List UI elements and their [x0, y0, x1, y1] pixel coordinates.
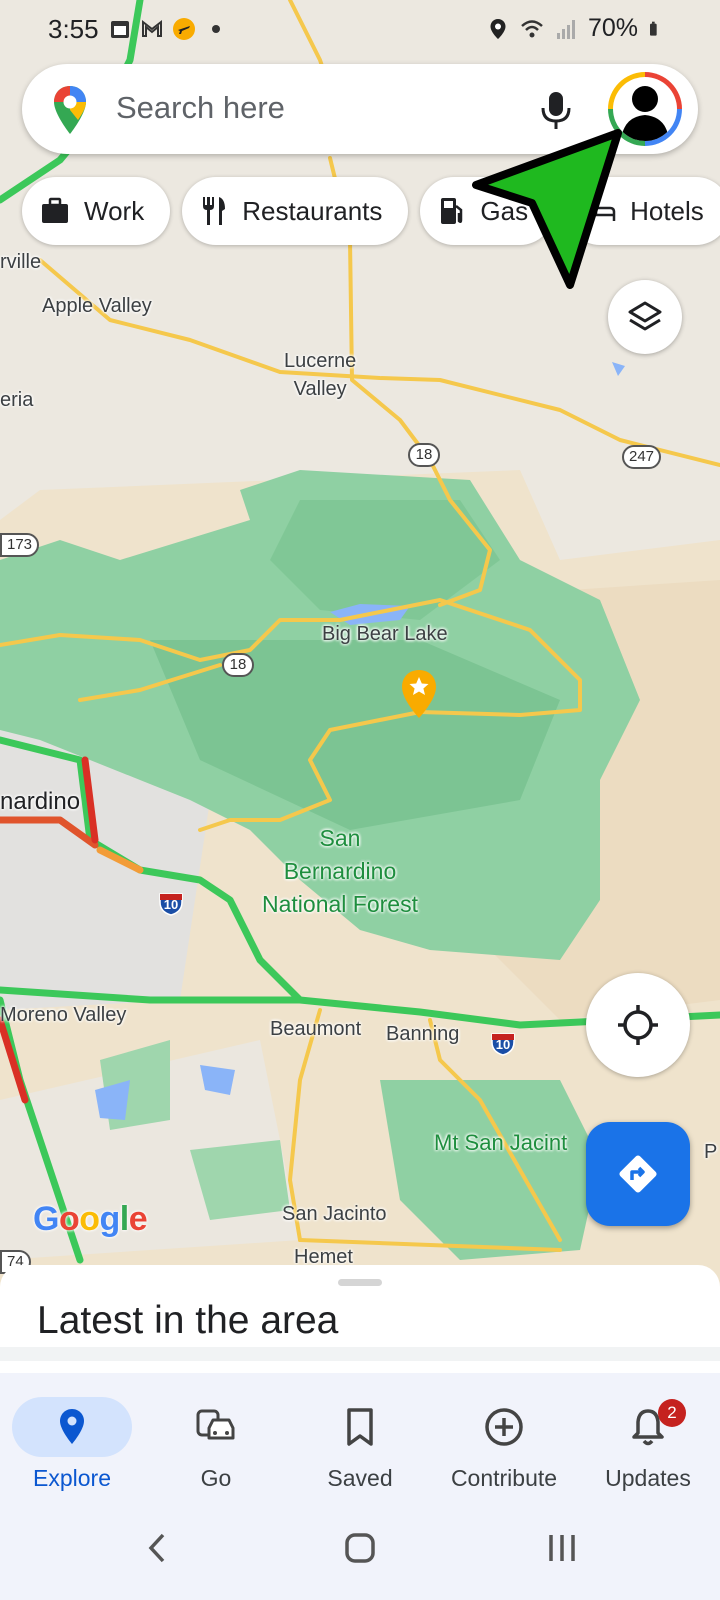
bookmark-icon: [347, 1408, 373, 1446]
system-home-button[interactable]: [330, 1523, 390, 1573]
google-logo-letter: o: [58, 1200, 80, 1238]
starred-place-pin-icon[interactable]: [400, 668, 438, 720]
back-chevron-icon: [148, 1533, 165, 1563]
nav-go[interactable]: Go: [144, 1373, 288, 1493]
home-square-icon: [345, 1533, 375, 1563]
system-back-button[interactable]: [128, 1523, 188, 1573]
nav-explore[interactable]: Explore: [0, 1373, 144, 1493]
fork-knife-icon: [203, 197, 226, 225]
interstate-10-shield: 10: [490, 1030, 516, 1056]
nav-updates[interactable]: 2 Updates: [576, 1373, 720, 1493]
nav-contribute[interactable]: Contribute: [432, 1373, 576, 1493]
chip-work[interactable]: Work: [22, 177, 171, 245]
sheet-divider: [0, 1347, 720, 1361]
directions-button[interactable]: [586, 1122, 690, 1226]
google-logo-letter: G: [33, 1200, 59, 1238]
route-18-shield: 18: [408, 443, 440, 467]
google-logo: Google: [33, 1200, 148, 1239]
add-circle-icon: [485, 1408, 523, 1446]
map-label-san-jacinto: San Jacinto: [282, 1203, 387, 1225]
layers-icon: [628, 301, 662, 331]
location-pin-icon: [60, 1409, 84, 1444]
map-label-san-bernardino: nardino: [0, 788, 81, 815]
status-bar: 3:55 70%: [0, 0, 720, 60]
nav-label: Explore: [33, 1465, 111, 1491]
briefcase-icon: [42, 197, 68, 223]
map-label-big-bear-lake: Big Bear Lake: [322, 623, 448, 645]
nav-saved[interactable]: Saved: [288, 1373, 432, 1493]
battery-icon: [650, 21, 657, 36]
map-label-lucerne-valley: Lucerne Valley: [284, 350, 357, 400]
calendar-icon: [111, 21, 129, 38]
map-label-palm: P: [704, 1141, 718, 1163]
recents-icon: [549, 1535, 575, 1561]
my-location-button[interactable]: [586, 973, 690, 1077]
bottom-navigation: Explore Go Saved Contribute 2 Updates: [0, 1373, 720, 1493]
map-label-banning: Banning: [386, 1023, 460, 1045]
google-logo-letter: e: [128, 1200, 148, 1238]
google-logo-letter: o: [79, 1200, 100, 1238]
google-logo-letter: l: [119, 1200, 129, 1238]
google-maps-logo-icon: [54, 86, 86, 134]
battery-percentage: 70%: [587, 14, 638, 42]
map-label-national-forest: San Bernardino National Forest: [262, 825, 418, 917]
chip-label: Restaurants: [242, 195, 383, 226]
nav-label: Updates: [605, 1465, 691, 1491]
bottom-sheet[interactable]: Latest in the area: [0, 1265, 720, 1373]
system-navigation-bar: [0, 1493, 720, 1600]
chip-label: Work: [84, 195, 145, 226]
map-label-moreno-valley: Moreno Valley: [0, 1004, 127, 1026]
system-recents-button[interactable]: [532, 1523, 592, 1573]
nav-label: Go: [200, 1465, 232, 1491]
directions-icon: [619, 1155, 657, 1193]
nav-label: Saved: [327, 1465, 393, 1491]
notification-badge: 2: [658, 1399, 686, 1427]
map-label-mt-san-jacinto: Mt San Jacint: [434, 1130, 568, 1155]
status-right-icons: 70%: [486, 14, 664, 43]
sheet-drag-handle[interactable]: [338, 1279, 382, 1286]
map-label-beaumont: Beaumont: [270, 1018, 362, 1040]
map-label-apple-valley: Apple Valley: [42, 295, 152, 317]
gmail-icon: [142, 19, 162, 37]
map-label-hesperia: eria: [0, 389, 34, 411]
sheet-title: Latest in the area: [37, 1299, 339, 1342]
commute-icon: [196, 1409, 235, 1440]
crosshair-icon: [618, 1005, 658, 1045]
signal-icon: [556, 19, 575, 39]
chip-restaurants[interactable]: Restaurants: [182, 177, 409, 245]
nav-label: Contribute: [450, 1465, 558, 1491]
route-18-shield: 18: [222, 653, 254, 677]
status-time: 3:55: [48, 14, 99, 44]
wifi-icon: [521, 19, 543, 37]
annotation-arrow-icon: [472, 129, 622, 289]
more-notifications-dot-icon: [212, 25, 220, 33]
route-247-shield: 247: [622, 445, 662, 469]
gas-pump-icon: [441, 198, 463, 224]
interstate-10-shield: 10: [158, 890, 184, 916]
search-input[interactable]: Search here: [116, 90, 285, 126]
status-left-icons: [108, 17, 228, 41]
google-logo-letter: g: [99, 1200, 121, 1238]
location-icon: [490, 18, 506, 39]
map-label-victorville: rville: [0, 251, 42, 273]
flight-icon: [173, 18, 195, 40]
route-173-shield: 173: [0, 533, 40, 557]
